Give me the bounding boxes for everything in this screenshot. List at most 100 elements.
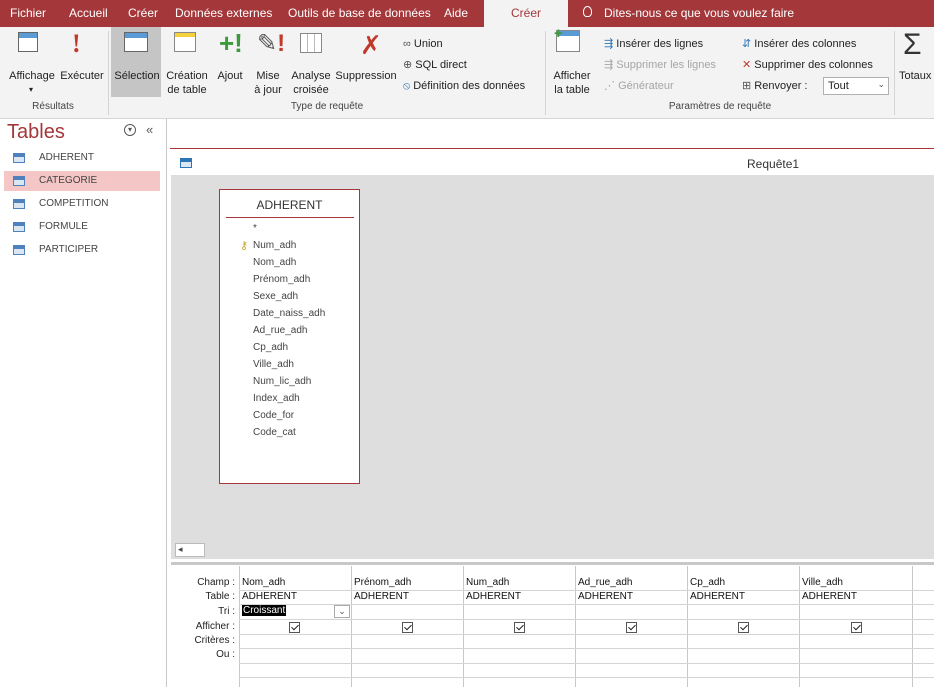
field-item[interactable]: *: [253, 223, 257, 234]
table-field-list[interactable]: ADHERENT * ⚷ Num_adh Nom_adh Prénom_adh …: [219, 189, 360, 484]
grid-cell-champ[interactable]: Ville_adh: [802, 577, 843, 588]
grid-cell-champ[interactable]: Nom_adh: [242, 577, 285, 588]
field-item[interactable]: Date_naiss_adh: [253, 308, 325, 319]
nav-item-categorie[interactable]: CATEGORIE: [4, 171, 160, 191]
mise-a-jour-button[interactable]: Mise à jour: [248, 69, 288, 97]
table-icon: [13, 176, 25, 186]
totaux-button[interactable]: Totaux: [899, 69, 931, 83]
tab-creer[interactable]: Créer: [128, 0, 158, 27]
supprimer-colonnes-button[interactable]: ✕ Supprimer des colonnes: [742, 58, 873, 72]
table-icon: [13, 199, 25, 209]
grid-cell-table[interactable]: ADHERENT: [802, 591, 857, 602]
renvoyer-select[interactable]: Tout ⌄: [823, 77, 889, 95]
sigma-icon: Σ: [903, 28, 922, 61]
tab-aide[interactable]: Aide: [444, 0, 468, 27]
grid-cell-table[interactable]: ADHERENT: [690, 591, 745, 602]
inserer-lignes-button[interactable]: ⇶ Insérer des lignes: [604, 37, 703, 51]
nav-item-participer[interactable]: PARTICIPER: [4, 240, 160, 260]
grid-line: [351, 566, 352, 687]
nav-menu-icon[interactable]: ▾: [124, 124, 136, 136]
grid-cell-champ[interactable]: Num_adh: [466, 577, 509, 588]
horizontal-scrollbar[interactable]: ◂: [175, 543, 205, 557]
lightbulb-icon: [583, 6, 592, 17]
ribbon: Affichage ▾ ! Exécuter Résultats Sélecti…: [0, 25, 934, 119]
chevron-down-icon[interactable]: ⌄: [334, 605, 350, 618]
navigation-pane: Tables ▾ « ADHERENT CATEGORIE COMPETITIO…: [0, 119, 167, 687]
tab-outils-bdd[interactable]: Outils de base de données: [288, 0, 431, 27]
row-label-afficher: Afficher :: [195, 621, 235, 632]
delete-rows-icon: ⇶: [604, 59, 617, 71]
tell-me-input[interactable]: Dites-nous ce que vous voulez faire: [604, 0, 794, 27]
grid-cell-tri[interactable]: Croissant: [242, 605, 287, 616]
nav-item-competition[interactable]: COMPETITION: [4, 194, 160, 214]
grid-cell-table[interactable]: ADHERENT: [466, 591, 521, 602]
field-item[interactable]: Index_adh: [253, 393, 300, 404]
crosstab-icon: [300, 33, 322, 53]
afficher-checkbox[interactable]: [626, 622, 637, 633]
suppression-button[interactable]: Suppression: [333, 69, 399, 83]
field-item[interactable]: Num_adh: [253, 240, 296, 251]
data-definition-icon: ⦸: [403, 80, 414, 92]
afficher-checkbox[interactable]: [289, 622, 300, 633]
chevron-down-icon[interactable]: ⌄: [877, 79, 885, 90]
grid-line: [912, 566, 913, 687]
executer-button[interactable]: Exécuter: [58, 69, 106, 83]
field-item[interactable]: Nom_adh: [253, 257, 296, 268]
supprimer-lignes-button[interactable]: ⇶ Supprimer les lignes: [604, 58, 716, 72]
tab-donnees-externes[interactable]: Données externes: [175, 0, 272, 27]
group-label-type-requete: Type de requête: [290, 101, 364, 112]
scroll-left-icon[interactable]: ◂: [178, 544, 183, 555]
generateur-button[interactable]: ⋰ Générateur: [604, 79, 674, 93]
insert-rows-icon: ⇶: [604, 38, 617, 50]
grid-line: [239, 619, 934, 620]
nav-item-adherent[interactable]: ADHERENT: [4, 148, 160, 168]
collapse-pane-icon[interactable]: «: [146, 122, 153, 137]
ajout-button[interactable]: Ajout: [212, 69, 248, 83]
builder-icon: ⋰: [604, 80, 619, 92]
field-item[interactable]: Ad_rue_adh: [253, 325, 308, 336]
sql-direct-button[interactable]: ⊕ SQL direct: [403, 58, 467, 72]
ribbon-separator: [545, 31, 546, 115]
field-item[interactable]: Prénom_adh: [253, 274, 310, 285]
field-item[interactable]: Code_cat: [253, 427, 296, 438]
selection-button[interactable]: Sélection: [112, 69, 162, 83]
table-icon: [13, 153, 25, 163]
tab-fichier[interactable]: Fichier: [10, 0, 46, 27]
nav-item-formule[interactable]: FORMULE: [4, 217, 160, 237]
update-icon: ✎!: [257, 30, 286, 57]
afficher-checkbox[interactable]: [851, 622, 862, 633]
grid-cell-table[interactable]: ADHERENT: [578, 591, 633, 602]
afficher-checkbox[interactable]: [402, 622, 413, 633]
grid-cell-table[interactable]: ADHERENT: [354, 591, 409, 602]
chevron-down-icon[interactable]: ▾: [29, 83, 33, 97]
field-item[interactable]: Ville_adh: [253, 359, 294, 370]
tab-accueil[interactable]: Accueil: [69, 0, 108, 27]
field-item[interactable]: Num_lic_adh: [253, 376, 311, 387]
inserer-colonnes-button[interactable]: ⇵ Insérer des colonnes: [742, 37, 856, 51]
grid-cell-champ[interactable]: Cp_adh: [690, 577, 725, 588]
tab-creer-contextual[interactable]: Créer: [484, 0, 568, 27]
ribbon-tab-bar: Fichier Accueil Créer Données externes O…: [0, 0, 934, 27]
union-button[interactable]: ∞ Union: [403, 37, 443, 51]
row-label-table: Table :: [205, 591, 235, 602]
grid-line: [463, 566, 464, 687]
renvoyer-select-value: Tout: [828, 80, 849, 92]
afficher-table-button[interactable]: Afficher la table: [548, 69, 596, 97]
affichage-button[interactable]: Affichage: [4, 69, 60, 83]
field-item[interactable]: Cp_adh: [253, 342, 288, 353]
show-table-icon: +: [554, 25, 580, 52]
row-label-ou: Ou :: [216, 649, 235, 660]
definition-donnees-button[interactable]: ⦸ Définition des données: [403, 79, 525, 93]
field-item[interactable]: Sexe_adh: [253, 291, 298, 302]
divider: [226, 217, 354, 218]
afficher-checkbox[interactable]: [738, 622, 749, 633]
grid-cell-table[interactable]: ADHERENT: [242, 591, 297, 602]
grid-cell-champ[interactable]: Ad_rue_adh: [578, 577, 633, 588]
analyse-croisee-button[interactable]: Analyse croisée: [288, 69, 334, 97]
grid-cell-champ[interactable]: Prénom_adh: [354, 577, 411, 588]
creation-table-button[interactable]: Création de table: [162, 69, 212, 97]
datasheet-view-icon: [18, 32, 38, 52]
afficher-checkbox[interactable]: [514, 622, 525, 633]
grid-line: [239, 566, 240, 687]
field-item[interactable]: Code_for: [253, 410, 294, 421]
